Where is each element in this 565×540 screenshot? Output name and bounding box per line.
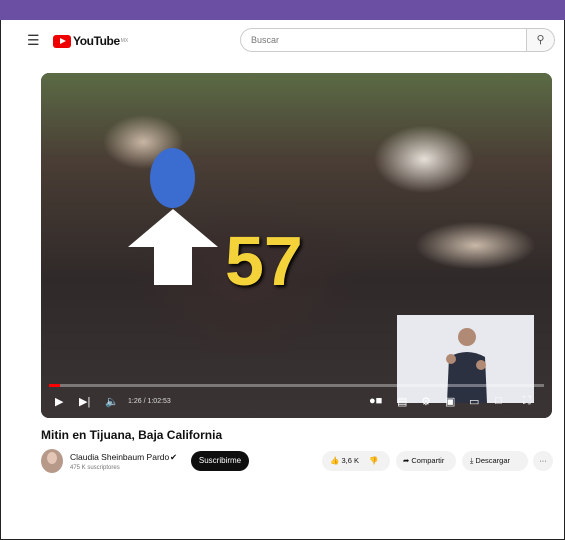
share-label: Compartir xyxy=(411,456,445,465)
region-code: MX xyxy=(120,38,129,44)
channel-row: Claudia Sheinbaum Pardo ✔ 475 K suscript… xyxy=(41,449,556,479)
fullscreen-icon[interactable]: ⛶ xyxy=(523,395,531,408)
menu-icon[interactable]: ☰ xyxy=(27,32,40,49)
search-icon: ⚲ xyxy=(536,34,545,46)
settings-gear-icon[interactable]: ⚙ xyxy=(421,395,431,408)
time-display: 1:26 / 1:02:53 xyxy=(128,398,171,405)
overlay-number: 57 xyxy=(225,222,303,300)
subscriber-count: 475 K suscriptores xyxy=(70,465,120,471)
verified-icon: ✔ xyxy=(170,452,178,462)
progress-fill xyxy=(49,384,61,387)
youtube-wordmark: YouTube xyxy=(73,34,120,48)
search-input[interactable]: Buscar xyxy=(240,28,527,52)
arrow-up-icon xyxy=(128,209,218,285)
youtube-header: ☰ YouTube MX Buscar ⚲ xyxy=(0,22,565,62)
subscribe-button[interactable]: Suscribirme xyxy=(191,451,249,471)
youtube-play-icon xyxy=(53,34,71,48)
subtitles-icon[interactable]: ▤ xyxy=(397,395,407,408)
video-title: Mitin en Tijuana, Baja California xyxy=(41,428,223,442)
face-cover-dot xyxy=(150,148,195,208)
next-icon[interactable]: ▶| xyxy=(79,395,90,408)
download-icon: ⤓ xyxy=(470,456,474,465)
play-icon[interactable]: ▶ xyxy=(55,395,63,408)
video-player[interactable]: 57 ▶ ▶| 🔈 1:26 / 1:02:53 ●■ ▤ ⚙ ▣ ▭ □ ⛶ xyxy=(41,73,552,418)
theater-mode-icon[interactable]: ▭ xyxy=(469,395,479,408)
like-icon[interactable]: 👍 xyxy=(330,456,339,465)
dislike-icon[interactable]: 👎 xyxy=(369,456,378,465)
cast-icon[interactable]: □ xyxy=(495,395,502,407)
like-count[interactable]: 3,6 K xyxy=(341,456,359,465)
share-icon: ➦ xyxy=(403,456,410,465)
search-button[interactable]: ⚲ xyxy=(527,28,555,52)
progress-bar[interactable] xyxy=(49,384,544,387)
autoplay-toggle-icon[interactable]: ●■ xyxy=(369,395,382,407)
player-controls: ▶ ▶| 🔈 1:26 / 1:02:53 ●■ ▤ ⚙ ▣ ▭ □ ⛶ xyxy=(41,391,552,415)
top-bar xyxy=(0,0,565,20)
share-button[interactable]: ➦ Compartir xyxy=(396,451,456,471)
miniplayer-icon[interactable]: ▣ xyxy=(445,395,455,408)
like-dislike-group: 👍 3,6 K 👎 xyxy=(322,451,390,471)
download-label: Descargar xyxy=(475,456,511,465)
download-button[interactable]: ⤓ Descargar xyxy=(462,451,528,471)
more-actions-button[interactable]: ··· xyxy=(533,451,553,471)
channel-avatar[interactable] xyxy=(41,449,63,473)
channel-name[interactable]: Claudia Sheinbaum Pardo xyxy=(70,452,169,462)
youtube-logo[interactable]: YouTube MX xyxy=(53,34,128,48)
volume-icon[interactable]: 🔈 xyxy=(105,395,119,408)
sign-language-interpreter xyxy=(397,315,534,403)
